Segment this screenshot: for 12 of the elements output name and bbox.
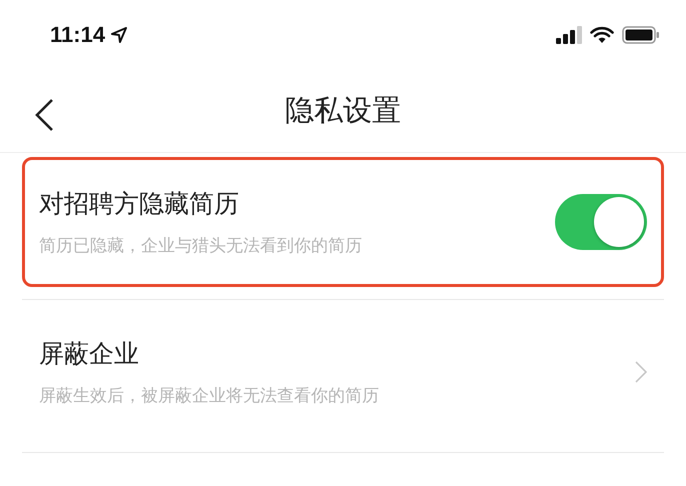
page-title: 隐私设置 [285, 92, 401, 129]
location-arrow-icon [111, 27, 128, 43]
row-description: 屏蔽生效后，被屏蔽企业将无法查看你的简历 [39, 385, 379, 407]
row-description: 简历已隐藏，企业与猎头无法看到你的简历 [39, 235, 362, 257]
battery-icon [622, 26, 660, 44]
row-title: 屏蔽企业 [39, 338, 140, 370]
settings-row[interactable]: 屏蔽企业 屏蔽生效后，被屏蔽企业将无法查看你的简历 [22, 304, 664, 440]
status-time: 11:14 [50, 22, 106, 48]
row-title: 对招聘方隐藏简历 [39, 188, 240, 220]
chevron-right-icon[interactable] [635, 361, 647, 383]
wifi-icon [590, 26, 614, 44]
signal-icon [556, 26, 582, 44]
